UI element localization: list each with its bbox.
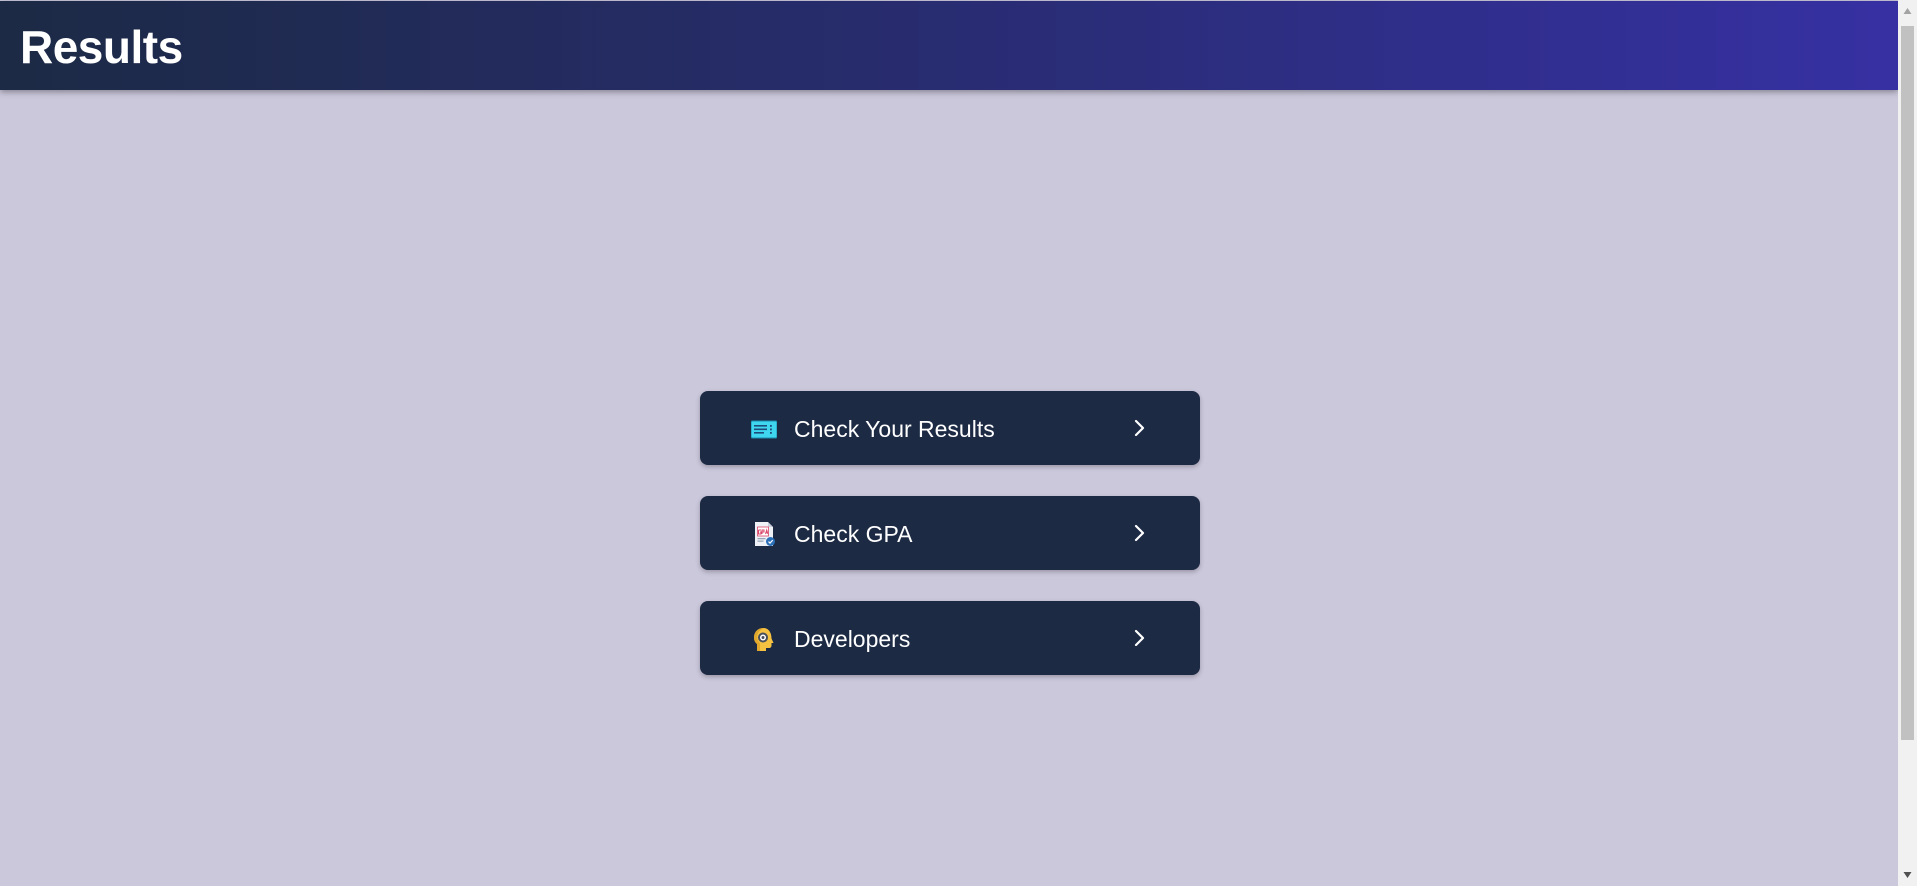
gpa-document-icon <box>755 522 775 546</box>
vertical-scrollbar[interactable] <box>1898 0 1917 886</box>
check-results-button[interactable]: Check Your Results <box>700 391 1200 465</box>
developer-head-icon <box>754 628 774 651</box>
developers-button[interactable]: Developers <box>700 601 1200 675</box>
scroll-down-arrow-icon[interactable] <box>1902 870 1913 880</box>
scroll-up-arrow-icon[interactable] <box>1902 6 1913 16</box>
page-viewport: Results Check Your Results Check GPA Dev… <box>0 0 1898 886</box>
developers-label: Developers <box>794 626 911 652</box>
scrollbar-thumb[interactable] <box>1901 26 1914 740</box>
page-title: Results <box>20 21 183 73</box>
app-header: Results <box>0 1 1898 90</box>
check-results-label: Check Your Results <box>794 416 995 442</box>
check-gpa-label: Check GPA <box>794 521 913 547</box>
chevron-right-icon <box>1134 419 1145 437</box>
main-menu: Check Your Results Check GPA Developers <box>700 391 1200 706</box>
app-window: Results Check Your Results Check GPA Dev… <box>0 0 1917 886</box>
chevron-right-icon <box>1134 629 1145 647</box>
results-card-icon <box>751 420 777 439</box>
chevron-right-icon <box>1134 524 1145 542</box>
check-gpa-button[interactable]: Check GPA <box>700 496 1200 570</box>
